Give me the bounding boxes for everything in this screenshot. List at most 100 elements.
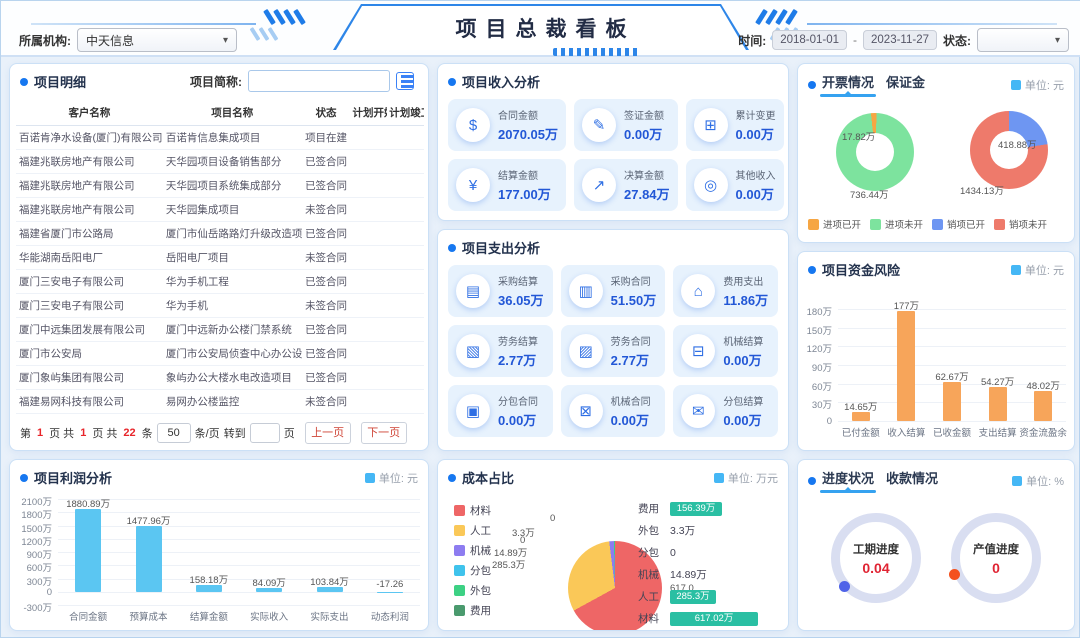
table-row[interactable]: 福建兆联房地产有限公司天华园集成项目未签合同 [16,198,424,222]
card-value: 51.50万 [611,290,657,309]
progress-tabbar: 进度状况收款情况 [822,468,938,493]
title-dot [808,477,816,485]
legend-item: 进项未开 [870,217,923,231]
table-cell [387,318,424,342]
table-row[interactable]: 厦门象屿集团有限公司象屿办公大楼水电改造项目已签合同 [16,366,424,390]
title-dot [808,266,816,274]
cost-list-row: 分包0 [638,545,676,560]
bar [377,592,403,594]
bar [196,585,222,592]
legend-swatch [454,605,465,616]
table-row[interactable]: 厦门市公安局厦门市公安局侦查中心办公设...已签合同 [16,342,424,366]
decor-line-left [31,23,256,25]
status-select[interactable]: ▾ [977,28,1069,52]
table-cell [387,222,424,246]
page-size-input[interactable]: 50 [157,423,191,443]
pager-current-page: 1 [37,427,43,439]
table-cell [351,246,388,270]
card-value: 0.00万 [611,410,651,429]
cost-value-text: 3.3万 [670,523,695,538]
tab-开票情况[interactable]: 开票情况 [822,72,874,97]
x-axis-label: 合同金额 [54,609,122,623]
subcontract-settlement-icon: ✉ [681,394,715,428]
table-cell: 未签合同 [302,390,351,414]
date-end-input[interactable]: 2023-11-27 [863,30,937,50]
table-row[interactable]: 福建兆联房地产有限公司天华园项目设备销售部分已签合同 [16,150,424,174]
legend-item: 机械 [454,543,491,558]
y-axis-tick: 30万 [798,397,832,411]
y-axis-tick: 120万 [798,341,832,355]
card-value: 0.00万 [723,350,763,369]
table-row[interactable]: 福建兆联房地产有限公司天华园项目系统集成部分已签合同 [16,174,424,198]
unit-badge: 单位: 元 [1011,77,1064,93]
prev-page-button[interactable]: 上一页 [305,422,351,444]
legend-swatch [994,219,1005,230]
bar [75,509,101,592]
unit-badge: 单位: % [1012,473,1064,489]
gridline [838,346,1066,347]
date-start-input[interactable]: 2018-01-01 [772,30,847,50]
table-row[interactable]: 福建兆联房地产投资有限公司变电项目（1x800KVA吊臂柜）未签合同 [16,414,424,419]
other-income-icon: ◎ [694,168,728,202]
unit-badge: 单位: 万元 [714,470,778,486]
tab-收款情况[interactable]: 收款情况 [886,468,938,493]
invoice-legend: 进项已开进项未开销项已开销项未开 [798,209,1074,231]
y-axis-tick: 180万 [798,304,832,318]
table-cell [351,198,388,222]
table-cell: 已签合同 [302,270,351,294]
table-cell [351,270,388,294]
gridline [58,552,420,553]
table-cell: 已签合同 [302,318,351,342]
machine-contract-card: ⊠机械合同0.00万 [561,385,666,437]
next-page-button[interactable]: 下一页 [361,422,407,444]
y-axis-tick: 2100万 [10,494,52,508]
donut-value-label: 418.88万 [998,137,1037,151]
panel-title: 项目明细 [34,72,86,91]
table-cell: 岳阳电厂项目 [163,246,302,270]
table-cell: 未签合同 [302,414,351,419]
legend-swatch [454,565,465,576]
table-row[interactable]: 百诺肯净水设备(厦门)有限公司百诺肯信息集成项目项目在建 [16,126,424,150]
table-cell [351,294,388,318]
unit-square-icon [1012,476,1022,486]
table-cell: 未签合同 [302,198,351,222]
settlement-amount-card: ¥结算金额177.00万 [448,159,566,211]
table-cell: 华为手机 [163,294,302,318]
table-header-row: 客户名称项目名称状态计划开始计划竣工 [16,100,424,126]
table-cell: 厦门三安电子有限公司 [16,270,163,294]
y-axis-tick: -300万 [10,600,52,614]
cost-ratio-body: 材料人工机械分包外包费用03.3万014.89万285.3万617.0...费用… [438,491,788,631]
donut-chart [836,113,914,191]
goto-page-input[interactable] [250,423,280,443]
list-grid-icon[interactable] [396,72,414,90]
pager-text: 转到 [224,425,246,441]
gridline [58,605,420,606]
table-row[interactable]: 厦门三安电子有限公司华为手机未签合同 [16,294,424,318]
legend-item: 材料 [454,503,491,518]
gauge-ring: 产值进度0 [951,513,1041,603]
table-cell [387,390,424,414]
fee-expense-card: ⌂费用支出11.86万 [673,265,778,317]
gridline [838,421,1066,422]
settlement-amount-icon: ¥ [456,168,490,202]
table-row[interactable]: 华能湖南岳阳电厂岳阳电厂项目未签合同 [16,246,424,270]
table-cell: 变电项目（1x800KVA吊臂柜） [163,414,302,419]
table-row[interactable]: 厦门中远集团发展有限公司厦门中远新办公楼门禁系统已签合同 [16,318,424,342]
card-label: 决算金额 [624,167,670,182]
final-account-card: ↗决算金额27.84万 [574,159,678,211]
project-search-input[interactable] [248,70,390,92]
table-cell: 象屿办公大楼水电改造项目 [163,366,302,390]
table-row[interactable]: 福建易网科技有限公司易网办公楼监控未签合同 [16,390,424,414]
tab-保证金[interactable]: 保证金 [886,72,925,97]
org-select[interactable]: 中天信息 ▾ [77,28,237,52]
tab-进度状况[interactable]: 进度状况 [822,468,874,493]
donut-value-label: 17.82万 [842,129,875,143]
table-cell: 厦门中远新办公楼门禁系统 [163,318,302,342]
invoice-donut-charts: 17.82万736.44万418.88万1434.13万 [798,101,1074,209]
table-cell: 天华园集成项目 [163,198,302,222]
table-cell [387,126,424,150]
panel-profit-analysis: 项目利润分析 单位: 元 2100万1800万1500万1200万900万600… [9,459,429,631]
table-row[interactable]: 福建省厦门市公路局厦门市仙岳路路灯升级改造项目已签合同 [16,222,424,246]
pie-callout-label: 285.3万 [492,557,525,571]
table-row[interactable]: 厦门三安电子有限公司华为手机工程已签合同 [16,270,424,294]
